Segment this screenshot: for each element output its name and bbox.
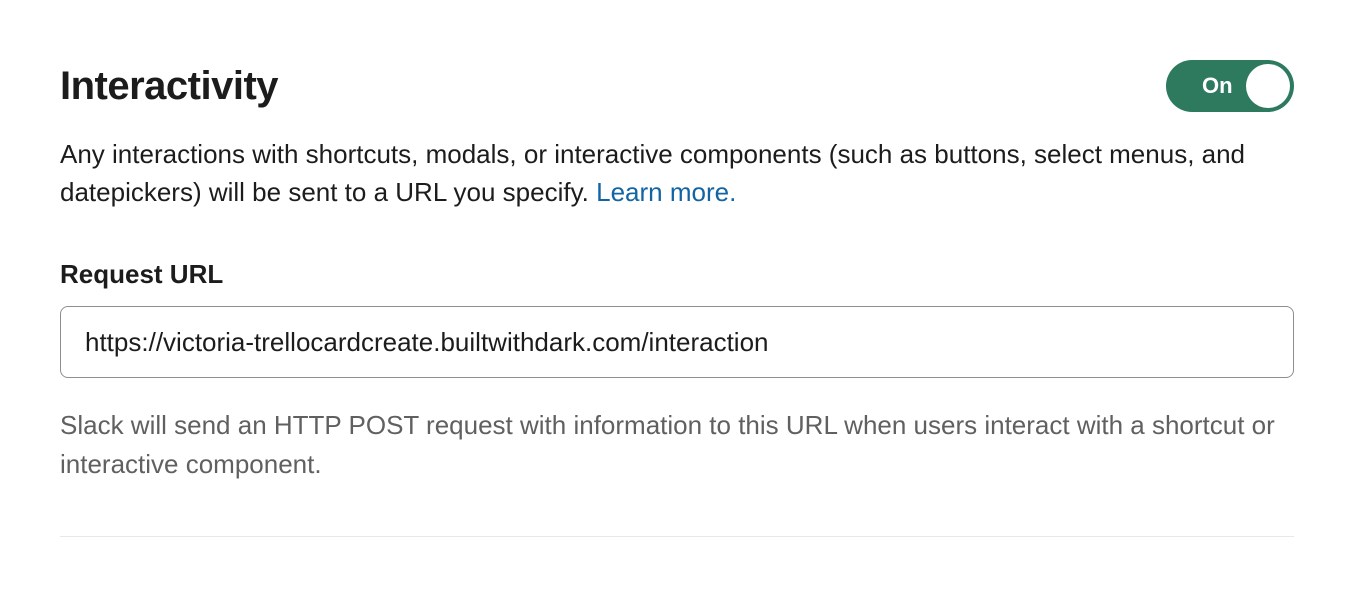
interactivity-toggle[interactable]: On (1166, 60, 1294, 112)
request-url-input[interactable] (60, 306, 1294, 378)
section-divider (60, 536, 1294, 537)
toggle-state-label: On (1202, 73, 1233, 99)
request-url-helper: Slack will send an HTTP POST request wit… (60, 406, 1290, 484)
toggle-knob-icon (1246, 64, 1290, 108)
section-title: Interactivity (60, 64, 278, 109)
request-url-label: Request URL (60, 259, 1294, 290)
learn-more-link[interactable]: Learn more. (596, 177, 736, 207)
section-description: Any interactions with shortcuts, modals,… (60, 136, 1290, 211)
